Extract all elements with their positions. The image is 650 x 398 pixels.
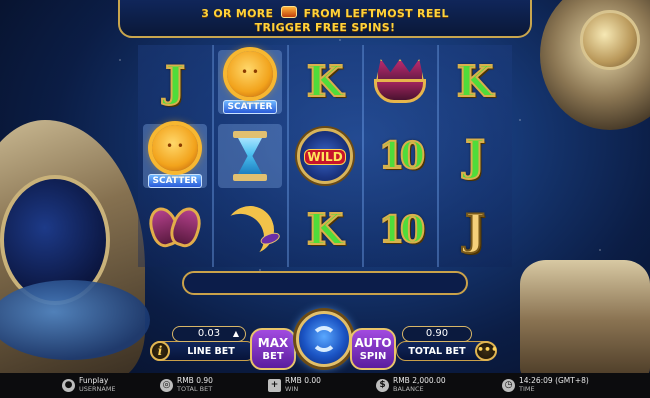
sun-face-icon: • • bbox=[241, 64, 259, 79]
right-goblet-ornament bbox=[520, 260, 650, 380]
free-spins-banner: 3 OR MORE FROM LEFTMOST REEL TRIGGER FRE… bbox=[118, 0, 532, 38]
symbol-letter: K bbox=[443, 50, 507, 114]
clock-icon: ◷ bbox=[502, 378, 515, 392]
heart-gem-icon bbox=[144, 203, 206, 253]
symbol-letter: 10 bbox=[368, 198, 432, 262]
symbol-letter: J bbox=[143, 50, 207, 114]
symbol-letter-text: J bbox=[164, 57, 186, 106]
crescent-moon-icon bbox=[219, 199, 282, 261]
info-button[interactable]: i bbox=[150, 341, 170, 361]
sun-face-icon: • • bbox=[166, 138, 184, 153]
status-time: ◷ 14:26:09 (GMT+8) TIME bbox=[502, 376, 589, 394]
symbol-letter-text: 10 bbox=[378, 135, 426, 177]
line-bet-value-box[interactable]: 0.03 ▲ bbox=[172, 326, 246, 342]
status-total-bet-value: RMB 0.90 bbox=[177, 376, 213, 385]
line-bet-up-arrow-icon[interactable]: ▲ bbox=[233, 327, 239, 341]
symbol-letter: K bbox=[293, 198, 357, 262]
symbol-letter: 10 bbox=[368, 124, 432, 188]
symbol-letter-text: K bbox=[306, 205, 344, 254]
scatter-label: SCATTER bbox=[222, 99, 278, 114]
username-value: Funplay bbox=[79, 376, 109, 385]
symbol-scatter: • • SCATTER bbox=[218, 50, 282, 114]
reel-grid: J • • SCATTER • • SCATTER K WILD K 10 10 K J J bbox=[138, 45, 512, 267]
symbol-letter: K bbox=[293, 50, 357, 114]
status-bar: ● Funplay USERNAME ◎ RMB 0.90 TOTAL BET … bbox=[0, 373, 650, 398]
total-bet-value: 0.90 bbox=[425, 328, 449, 339]
plus-icon: + bbox=[268, 378, 281, 392]
status-win: + RMB 0.00 WIN bbox=[268, 376, 321, 394]
reel-separator bbox=[287, 45, 289, 267]
win-value: RMB 0.00 bbox=[285, 376, 321, 385]
coins-icon: ◎ bbox=[160, 378, 173, 392]
symbol-letter-text: K bbox=[306, 57, 344, 106]
symbol-moon bbox=[218, 198, 282, 262]
banner-text-b: FROM LEFTMOST REEL bbox=[303, 7, 449, 20]
more-options-button[interactable]: ••• bbox=[475, 341, 498, 361]
user-icon: ● bbox=[62, 378, 75, 392]
banner-text-line2: TRIGGER FREE SPINS! bbox=[254, 21, 396, 34]
status-username: ● Funplay USERNAME bbox=[62, 376, 116, 394]
symbol-letter: J bbox=[443, 124, 507, 188]
scatter-mini-icon bbox=[280, 6, 297, 18]
symbol-letter: J bbox=[443, 198, 507, 262]
win-label: WIN bbox=[285, 385, 299, 393]
scatter-label: SCATTER bbox=[147, 173, 203, 188]
wild-label: WILD bbox=[304, 149, 346, 165]
reel-separator bbox=[437, 45, 439, 267]
wild-medallion-icon: WILD bbox=[297, 128, 353, 184]
symbol-crown bbox=[368, 50, 432, 114]
sun-icon: • • bbox=[227, 50, 273, 97]
spin-arrows-icon bbox=[311, 326, 337, 352]
symbol-letter-text: 10 bbox=[378, 209, 426, 251]
time-value: 14:26:09 (GMT+8) bbox=[519, 376, 589, 385]
status-total-bet: ◎ RMB 0.90 TOTAL BET bbox=[160, 376, 213, 394]
hourglass-icon bbox=[233, 131, 267, 181]
symbol-wild: WILD bbox=[293, 124, 357, 188]
right-ornament-gem bbox=[580, 10, 640, 70]
time-label: TIME bbox=[519, 385, 535, 393]
line-bet-value: 0.03 bbox=[197, 328, 221, 339]
auto-spin-line1: AUTO bbox=[354, 336, 392, 350]
username-label: USERNAME bbox=[79, 385, 116, 393]
max-bet-line1: MAX bbox=[257, 336, 289, 350]
symbol-hourglass bbox=[218, 124, 282, 188]
symbol-letter-text: J bbox=[464, 131, 486, 180]
dollar-icon: $ bbox=[376, 378, 389, 392]
banner-text-a: 3 OR MORE bbox=[201, 7, 274, 20]
auto-spin-line2: SPIN bbox=[359, 351, 387, 362]
spin-button[interactable] bbox=[296, 311, 352, 367]
sun-icon: • • bbox=[152, 124, 198, 171]
auto-spin-button[interactable]: AUTO SPIN bbox=[350, 328, 396, 370]
symbol-heart bbox=[143, 198, 207, 262]
total-bet-label: TOTAL BET bbox=[408, 346, 466, 357]
max-bet-button[interactable]: MAX BET bbox=[250, 328, 296, 370]
reel-separator bbox=[212, 45, 214, 267]
symbol-letter-text: K bbox=[456, 57, 494, 106]
game-stage: 3 OR MORE FROM LEFTMOST REEL TRIGGER FRE… bbox=[0, 0, 650, 398]
reel-separator bbox=[362, 45, 364, 267]
line-bet-label: LINE BET bbox=[187, 346, 235, 357]
symbol-scatter: • • SCATTER bbox=[143, 124, 207, 188]
crown-icon bbox=[374, 59, 426, 105]
status-balance: $ RMB 2,000.00 BALANCE bbox=[376, 376, 446, 394]
balance-value: RMB 2,000.00 bbox=[393, 376, 446, 385]
total-bet-value-box: 0.90 bbox=[402, 326, 472, 342]
status-total-bet-label: TOTAL BET bbox=[177, 385, 213, 393]
symbol-letter-text: J bbox=[464, 205, 486, 254]
max-bet-line2: BET bbox=[262, 351, 284, 362]
message-bar bbox=[182, 271, 468, 295]
balance-label: BALANCE bbox=[393, 385, 424, 393]
